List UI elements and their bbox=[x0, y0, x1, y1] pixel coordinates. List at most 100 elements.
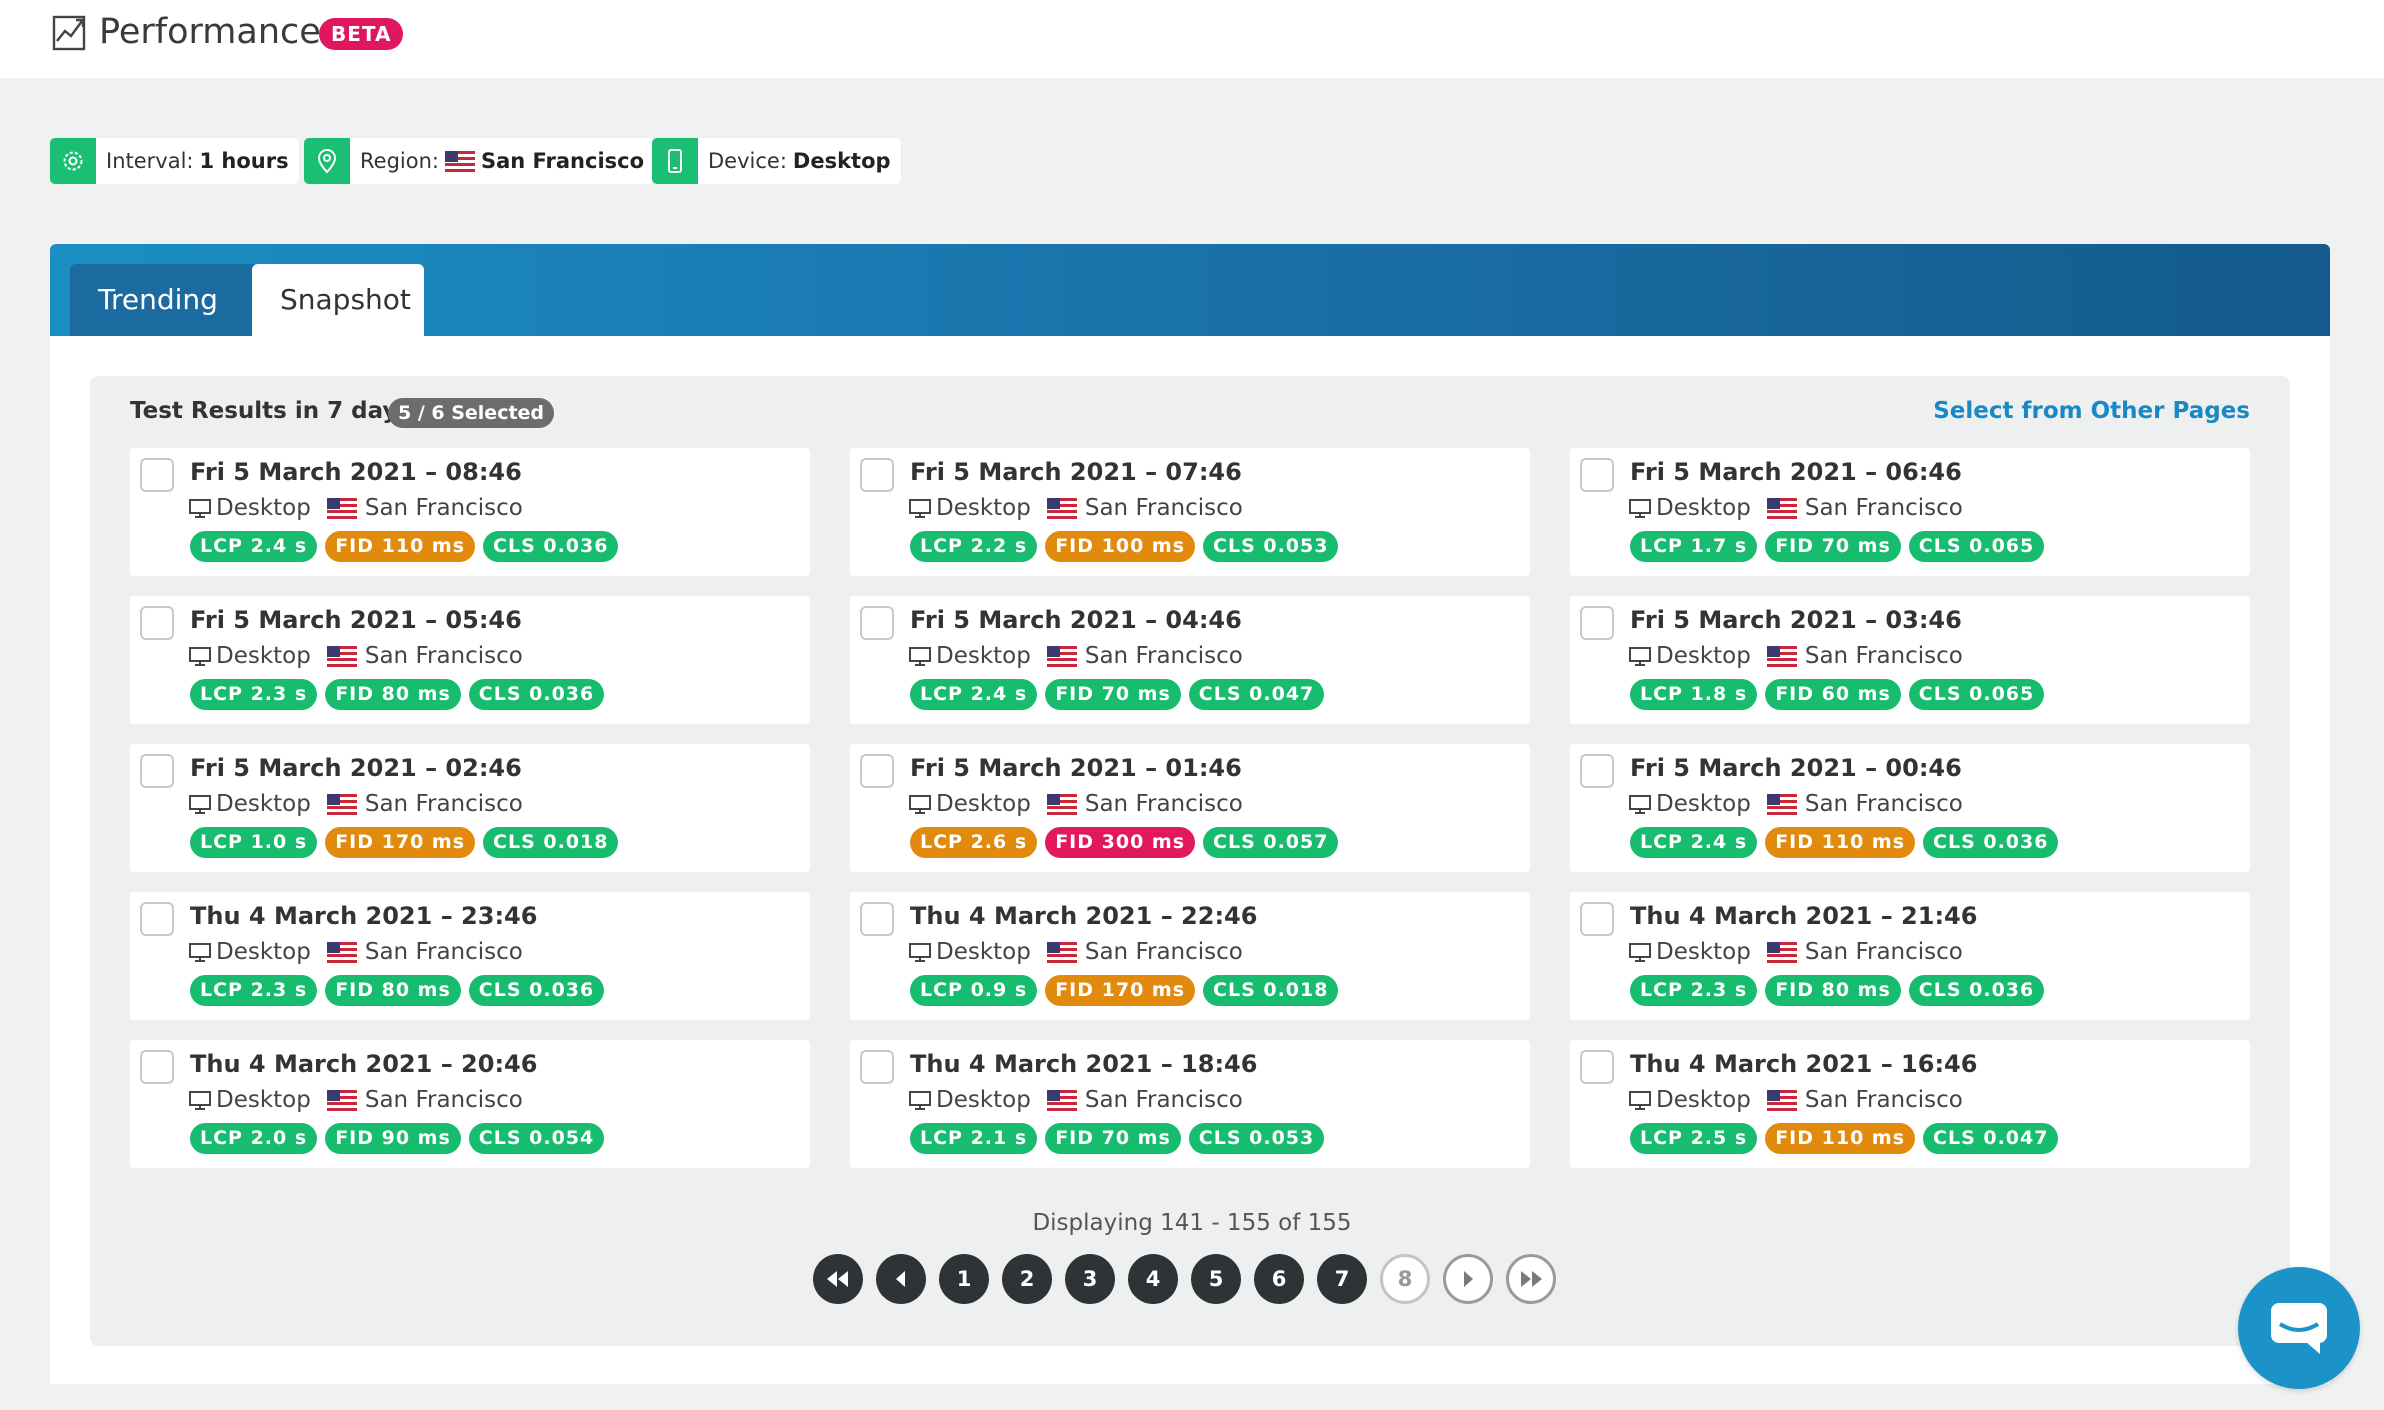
cls-badge: CLS 0.047 bbox=[1188, 679, 1325, 710]
lcp-badge: LCP 2.1 s bbox=[910, 1123, 1038, 1154]
interval-filter[interactable]: Interval: 1 hours bbox=[50, 138, 299, 184]
result-metrics: LCP 2.4 s FID 110 ms CLS 0.036 bbox=[190, 531, 619, 562]
page-5-button[interactable]: 5 bbox=[1191, 1254, 1241, 1304]
result-card[interactable]: Fri 5 March 2021 – 08:46 Desktop San Franc… bbox=[130, 448, 810, 576]
lcp-badge: LCP 1.0 s bbox=[190, 827, 318, 858]
result-meta: Desktop San Francisco bbox=[188, 643, 523, 669]
beta-badge: BETA bbox=[319, 18, 404, 50]
region-filter[interactable]: Region: San Francisco bbox=[304, 138, 655, 184]
chat-widget-button[interactable] bbox=[2238, 1267, 2360, 1389]
result-checkbox[interactable] bbox=[860, 754, 894, 788]
select-other-pages-link[interactable]: Select from Other Pages bbox=[1933, 398, 2250, 424]
desktop-icon bbox=[909, 1091, 931, 1110]
result-device: Desktop bbox=[936, 939, 1031, 965]
pagination-summary: Displaying 141 - 155 of 155 bbox=[1032, 1210, 1352, 1236]
result-checkbox[interactable] bbox=[860, 1050, 894, 1084]
result-meta: Desktop San Francisco bbox=[188, 1087, 523, 1113]
result-device: Desktop bbox=[216, 643, 311, 669]
result-card[interactable]: Thu 4 March 2021 – 21:46 Desktop San Franc… bbox=[1570, 892, 2250, 1020]
result-title: Fri 5 March 2021 – 07:46 bbox=[910, 458, 1242, 486]
result-region: San Francisco bbox=[1084, 939, 1243, 965]
result-card[interactable]: Thu 4 March 2021 – 22:46 Desktop San Franc… bbox=[850, 892, 1530, 1020]
result-metrics: LCP 1.0 s FID 170 ms CLS 0.018 bbox=[190, 827, 619, 858]
device-label: Device: bbox=[708, 149, 787, 173]
us-flag-icon bbox=[326, 1089, 357, 1111]
fid-badge: FID 70 ms bbox=[1765, 531, 1901, 562]
results-title: Test Results in 7 days bbox=[130, 398, 412, 424]
result-title: Fri 5 March 2021 – 00:46 bbox=[1630, 754, 1962, 782]
us-flag-icon bbox=[444, 150, 475, 172]
result-region: San Francisco bbox=[1084, 495, 1243, 521]
result-checkbox[interactable] bbox=[1580, 458, 1614, 492]
fid-badge: FID 110 ms bbox=[1765, 827, 1916, 858]
device-filter[interactable]: Device: Desktop bbox=[652, 138, 901, 184]
page-2-button[interactable]: 2 bbox=[1002, 1254, 1052, 1304]
result-metrics: LCP 2.5 s FID 110 ms CLS 0.047 bbox=[1630, 1123, 2059, 1154]
pagination: 1 2 3 4 5 6 7 8 bbox=[813, 1254, 1556, 1304]
result-device: Desktop bbox=[216, 1087, 311, 1113]
result-checkbox[interactable] bbox=[1580, 1050, 1614, 1084]
result-title: Fri 5 March 2021 – 04:46 bbox=[910, 606, 1242, 634]
last-page-icon[interactable] bbox=[1506, 1254, 1556, 1304]
result-card[interactable]: Thu 4 March 2021 – 16:46 Desktop San Franc… bbox=[1570, 1040, 2250, 1168]
page-6-button[interactable]: 6 bbox=[1254, 1254, 1304, 1304]
interval-value: 1 hours bbox=[199, 149, 289, 173]
result-card[interactable]: Thu 4 March 2021 – 18:46 Desktop San Franc… bbox=[850, 1040, 1530, 1168]
first-page-icon[interactable] bbox=[813, 1254, 863, 1304]
result-metrics: LCP 2.6 s FID 300 ms CLS 0.057 bbox=[910, 827, 1339, 858]
result-checkbox[interactable] bbox=[140, 1050, 174, 1084]
lcp-badge: LCP 2.4 s bbox=[910, 679, 1038, 710]
prev-page-icon[interactable] bbox=[876, 1254, 926, 1304]
us-flag-icon bbox=[326, 941, 357, 963]
result-checkbox[interactable] bbox=[1580, 754, 1614, 788]
result-card[interactable]: Thu 4 March 2021 – 20:46 Desktop San Franc… bbox=[130, 1040, 810, 1168]
us-flag-icon bbox=[1766, 645, 1797, 667]
result-checkbox[interactable] bbox=[1580, 606, 1614, 640]
result-checkbox[interactable] bbox=[1580, 902, 1614, 936]
tab-trending[interactable]: Trending bbox=[70, 264, 258, 336]
result-title: Thu 4 March 2021 – 16:46 bbox=[1630, 1050, 1978, 1078]
desktop-icon bbox=[189, 795, 211, 814]
desktop-icon bbox=[189, 1091, 211, 1110]
result-checkbox[interactable] bbox=[860, 458, 894, 492]
tab-snapshot[interactable]: Snapshot bbox=[252, 264, 424, 336]
result-card[interactable]: Fri 5 March 2021 – 05:46 Desktop San Franc… bbox=[130, 596, 810, 724]
cls-badge: CLS 0.053 bbox=[1203, 531, 1339, 562]
result-checkbox[interactable] bbox=[860, 606, 894, 640]
result-meta: Desktop San Francisco bbox=[1628, 495, 1963, 521]
device-value: Desktop bbox=[792, 149, 891, 173]
page-4-button[interactable]: 4 bbox=[1128, 1254, 1178, 1304]
us-flag-icon bbox=[1766, 941, 1797, 963]
result-card[interactable]: Fri 5 March 2021 – 07:46 Desktop San Franc… bbox=[850, 448, 1530, 576]
result-device: Desktop bbox=[936, 495, 1031, 521]
next-page-icon[interactable] bbox=[1443, 1254, 1493, 1304]
lcp-badge: LCP 2.6 s bbox=[910, 827, 1038, 858]
result-meta: Desktop San Francisco bbox=[908, 939, 1243, 965]
page-7-button[interactable]: 7 bbox=[1317, 1254, 1367, 1304]
result-card[interactable]: Fri 5 March 2021 – 03:46 Desktop San Franc… bbox=[1570, 596, 2250, 724]
page-1-button[interactable]: 1 bbox=[939, 1254, 989, 1304]
cls-badge: CLS 0.065 bbox=[1908, 531, 2045, 562]
tab-bar: Trending Snapshot bbox=[50, 244, 2330, 336]
page-8-button-current[interactable]: 8 bbox=[1380, 1254, 1430, 1304]
result-card[interactable]: Fri 5 March 2021 – 06:46 Desktop San Franc… bbox=[1570, 448, 2250, 576]
fid-badge: FID 80 ms bbox=[325, 679, 461, 710]
result-checkbox[interactable] bbox=[860, 902, 894, 936]
lcp-badge: LCP 0.9 s bbox=[910, 975, 1038, 1006]
page-3-button[interactable]: 3 bbox=[1065, 1254, 1115, 1304]
result-checkbox[interactable] bbox=[140, 754, 174, 788]
result-region: San Francisco bbox=[364, 791, 523, 817]
cls-badge: CLS 0.036 bbox=[1908, 975, 2045, 1006]
result-title: Fri 5 March 2021 – 08:46 bbox=[190, 458, 522, 486]
result-checkbox[interactable] bbox=[140, 606, 174, 640]
us-flag-icon bbox=[1046, 645, 1077, 667]
result-card[interactable]: Thu 4 March 2021 – 23:46 Desktop San Franc… bbox=[130, 892, 810, 1020]
result-card[interactable]: Fri 5 March 2021 – 01:46 Desktop San Franc… bbox=[850, 744, 1530, 872]
result-card[interactable]: Fri 5 March 2021 – 04:46 Desktop San Franc… bbox=[850, 596, 1530, 724]
result-checkbox[interactable] bbox=[140, 902, 174, 936]
result-card[interactable]: Fri 5 March 2021 – 00:46 Desktop San Franc… bbox=[1570, 744, 2250, 872]
us-flag-icon bbox=[1046, 1089, 1077, 1111]
result-card[interactable]: Fri 5 March 2021 – 02:46 Desktop San Franc… bbox=[130, 744, 810, 872]
result-region: San Francisco bbox=[1804, 1087, 1963, 1113]
result-checkbox[interactable] bbox=[140, 458, 174, 492]
